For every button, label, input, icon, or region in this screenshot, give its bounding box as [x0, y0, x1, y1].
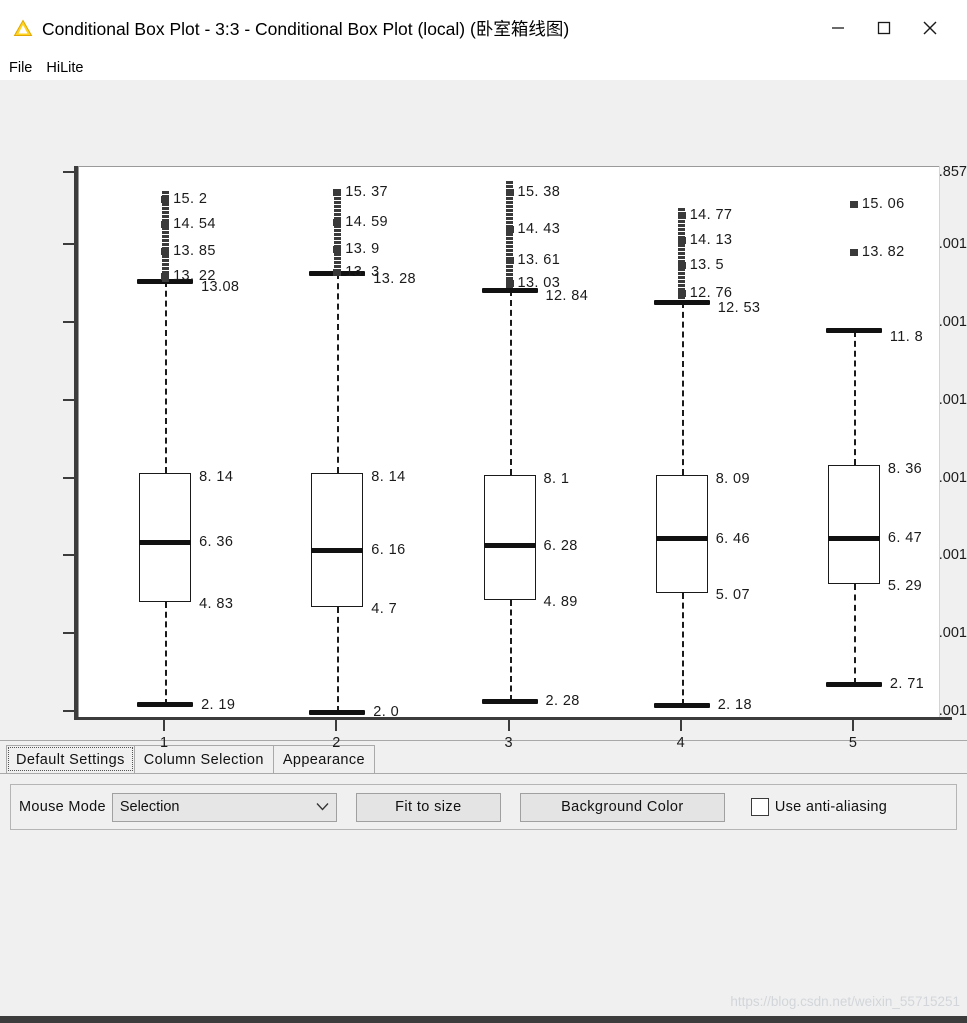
settings-panel: Mouse Mode Selection Fit to size Backgro…	[0, 774, 967, 830]
watermark-text: https://blog.csdn.net/weixin_55715251	[730, 994, 960, 1009]
y-axis-tick-mark	[63, 632, 75, 635]
x-axis-tick-mark	[851, 720, 854, 731]
y-axis-tick-mark	[63, 554, 75, 557]
x-axis-tick-label: 2	[332, 735, 341, 751]
y-axis-tick-mark	[63, 710, 75, 712]
lower-whisker-line	[853, 584, 856, 685]
x-axis-tick-label: 4	[676, 735, 685, 751]
menu-file[interactable]: File	[9, 60, 32, 76]
x-axis-tick-label: 5	[848, 735, 857, 751]
maximize-button[interactable]	[861, 0, 907, 56]
use-anti-aliasing-checkbox[interactable]: Use anti-aliasing	[750, 798, 888, 816]
lower-whisker-value-label: 2. 71	[889, 676, 925, 693]
upper-whisker-cap	[825, 328, 882, 334]
box-plot-canvas[interactable]: 8. 14 6. 36 4. 83 2. 19 13.08 15. 2 14. 54 13. …	[78, 166, 939, 717]
x-axis-line	[74, 717, 952, 720]
tab-appearance-label: Appearance	[282, 751, 366, 768]
tab-default-settings-label: Default Settings	[16, 751, 125, 768]
menu-hilite[interactable]: HiLite	[46, 60, 83, 76]
upper-whisker-value-label: 11. 8	[889, 328, 924, 345]
x-axis-tick-mark	[507, 720, 510, 731]
x-axis-tick-mark	[335, 720, 338, 731]
checkbox-box-icon	[750, 798, 769, 816]
window-controls	[815, 0, 967, 56]
x-axis-tick-label: 1	[160, 735, 169, 751]
interquartile-box	[827, 464, 880, 585]
outlier-marker	[849, 249, 858, 257]
y-axis-tick-mark	[63, 476, 75, 479]
tab-column-selection-label: Column Selection	[143, 751, 264, 768]
fit-to-size-label: Fit to size	[395, 799, 462, 815]
q1-value-label: 5. 29	[887, 578, 923, 595]
close-button[interactable]	[907, 0, 953, 56]
default-settings-bar: Mouse Mode Selection Fit to size Backgro…	[10, 784, 957, 830]
chevron-down-icon	[316, 800, 329, 814]
x-axis-tick-label: 3	[504, 735, 513, 751]
x-axis-tick-mark	[679, 720, 682, 731]
tab-appearance[interactable]: Appearance	[272, 745, 376, 773]
lower-whisker-cap	[825, 681, 882, 687]
background-color-button[interactable]: Background Color	[519, 792, 725, 822]
tab-default-settings[interactable]: Default Settings	[6, 745, 135, 773]
menu-bar: File HiLite	[0, 56, 967, 80]
y-axis-tick-mark	[63, 398, 75, 401]
chart-panel: 15.857 14.001 12.001 10.001 8.001 6.001 4.001 2…	[0, 80, 967, 751]
box-plot-group[interactable]: 8. 36 6. 47 5. 29 2. 71 11. 8 15. 06 13. 82	[79, 167, 939, 717]
mouse-mode-select[interactable]: Selection	[111, 792, 337, 822]
mouse-mode-label: Mouse Mode	[19, 799, 106, 815]
window-title: Conditional Box Plot - 3:3 - Conditional…	[42, 18, 570, 39]
median-line	[827, 535, 880, 541]
use-anti-aliasing-label: Use anti-aliasing	[774, 799, 888, 815]
title-bar: Conditional Box Plot - 3:3 - Conditional…	[0, 0, 967, 56]
fit-to-size-button[interactable]: Fit to size	[355, 792, 501, 822]
settings-tab-bar: Default Settings Column Selection Appear…	[0, 741, 967, 774]
x-axis-tick-mark	[163, 720, 166, 731]
outlier-value-label: 15. 06	[861, 196, 905, 212]
outlier-marker	[849, 201, 858, 208]
knime-triangle-icon	[13, 18, 33, 38]
minimize-button[interactable]	[815, 0, 861, 56]
background-color-label: Background Color	[561, 799, 684, 815]
median-value-label: 6. 47	[887, 530, 923, 547]
mouse-mode-value: Selection	[119, 799, 180, 815]
conditional-box-plot-window: Conditional Box Plot - 3:3 - Conditional…	[0, 0, 967, 1023]
y-axis-tick-mark	[63, 171, 75, 173]
tab-column-selection[interactable]: Column Selection	[133, 745, 274, 773]
empty-settings-area: https://blog.csdn.net/weixin_55715251	[0, 830, 967, 1023]
y-axis-tick-mark	[63, 320, 75, 323]
q3-value-label: 8. 36	[887, 460, 923, 477]
outlier-value-label: 13. 82	[861, 244, 905, 261]
y-axis-tick-mark	[63, 243, 75, 246]
window-bottom-edge	[0, 1016, 967, 1023]
upper-whisker-line	[853, 330, 856, 465]
